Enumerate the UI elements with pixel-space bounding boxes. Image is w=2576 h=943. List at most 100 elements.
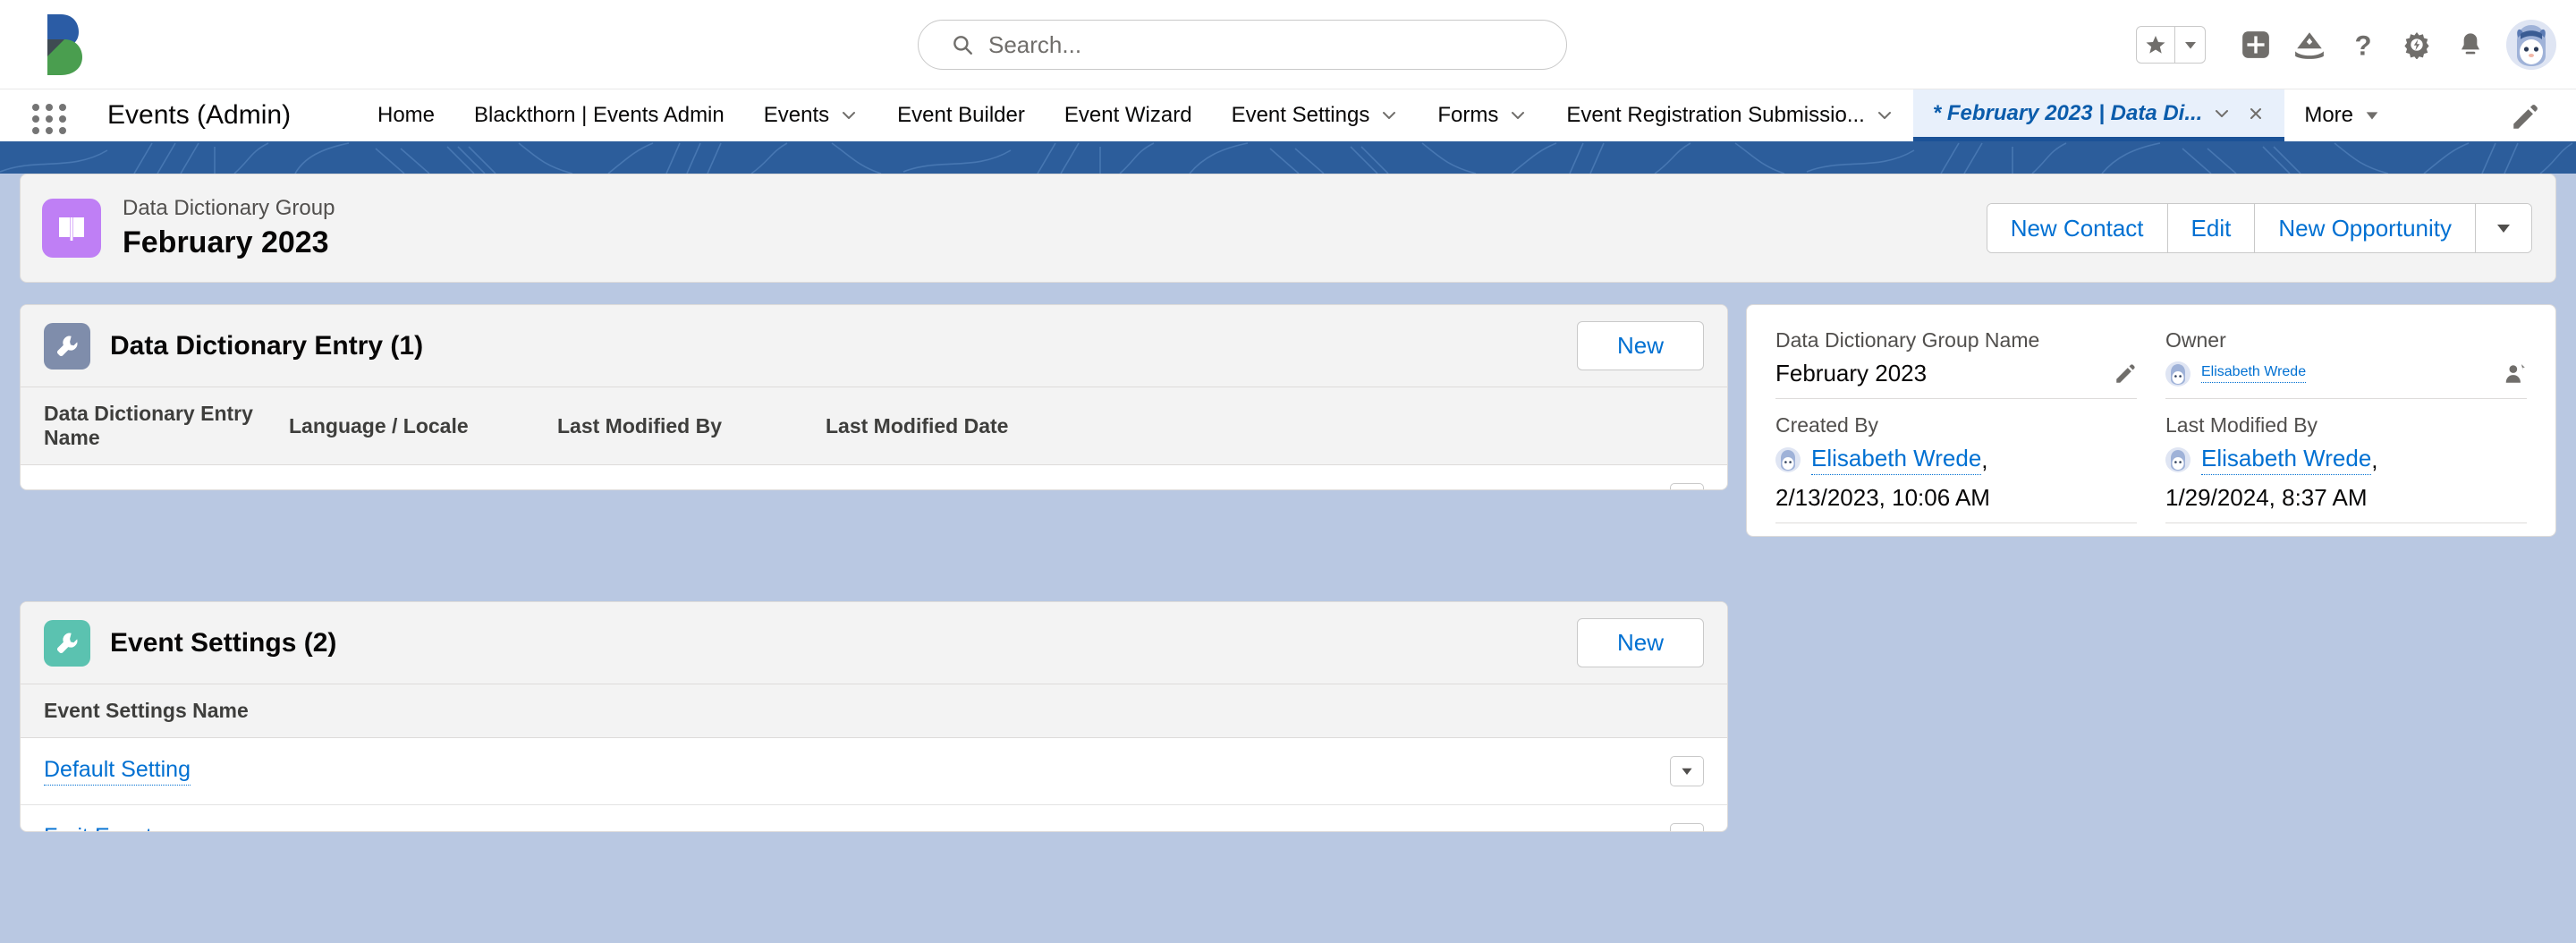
new-opportunity-button[interactable]: New Opportunity [2255,204,2476,252]
cell-event-settings-name: Default Setting [21,737,1727,805]
created-by-user-link[interactable]: Elisabeth Wrede [1811,445,1982,475]
record-header-text: Data Dictionary Group February 2023 [123,194,335,261]
nav-item-label: Home [377,103,436,127]
field-value: February 2023 [1775,360,1928,387]
user-avatar[interactable] [2506,20,2556,70]
notifications-bell-icon[interactable] [2444,18,2497,72]
favorites-caret-icon[interactable] [2174,27,2205,63]
user-avatar-icon [1775,447,1801,472]
event-setting-link[interactable]: Default Setting [44,757,191,786]
field-value-row: Elisabeth Wrede , 2/13/2023, 10:06 AM [1775,445,2137,523]
row-actions-chevron-down-icon[interactable] [1670,483,1704,489]
card-title: Data Dictionary Entry (1) [110,330,424,361]
cell-language: English [289,464,557,489]
add-icon[interactable] [2229,18,2283,72]
nav-item-label: Events [763,103,830,127]
column-header-last-modified-date[interactable]: Last Modified Date [826,387,1727,465]
chevron-down-icon[interactable] [1380,106,1398,124]
user-avatar-icon [2165,361,2190,387]
pencil-edit-icon[interactable] [2114,362,2137,386]
favorites-group[interactable] [2136,26,2206,64]
new-button[interactable]: New [1576,321,1704,370]
favorites-star-icon[interactable] [2137,27,2174,63]
nav-item-home[interactable]: Home [358,89,454,141]
nav-item-label: Forms [1437,103,1499,127]
app-navigation-bar: Events (Admin) Home Blackthorn | Events … [0,89,2576,141]
nav-item-february-2023-data-dictionary[interactable]: * February 2023 | Data Di... [1912,89,2285,141]
global-header: ? [0,0,2576,89]
chevron-down-icon[interactable] [840,106,858,124]
table-header-row: Event Settings Name [21,684,1727,738]
row-actions-chevron-down-icon[interactable] [1670,756,1704,786]
last-modified-by-user-link[interactable]: Elisabeth Wrede [2201,445,2372,475]
field-label: Owner [2165,328,2226,352]
decorative-pattern-strip [0,141,2576,174]
app-launcher-icon[interactable] [32,104,68,134]
wrench-icon [44,322,90,370]
column-header-name[interactable]: Data Dictionary Entry Name [21,387,289,465]
cell-last-modified-by: Elisabeth Wrede [557,464,826,489]
field-value-row: Elisabeth Wrede , 1/29/2024, 8:37 AM [2165,445,2527,523]
data-dictionary-entry-link[interactable]: DDE -00000 [44,485,167,489]
table-row: DDE -00000 English Elisabeth Wrede 1/29/… [21,464,1727,490]
change-owner-icon[interactable] [2504,362,2527,386]
nav-item-event-wizard[interactable]: Event Wizard [1045,89,1212,141]
field-value-row: Elisabeth Wrede [2165,360,2527,399]
chevron-down-icon[interactable] [2213,105,2231,123]
event-setting-link[interactable]: Fruit Event [44,824,152,831]
new-contact-button[interactable]: New Contact [1987,204,2168,252]
close-icon[interactable] [2247,105,2265,123]
global-search[interactable] [918,20,1567,70]
nav-item-forms[interactable]: Forms [1418,89,1546,141]
more-actions-chevron-down-icon[interactable] [2476,204,2531,252]
header-icon-cluster: ? [2136,13,2556,77]
user-link[interactable]: Elisabeth Wrede [557,485,721,489]
column-header-language[interactable]: Language / Locale [289,387,557,465]
nav-item-label: Event Settings [1231,103,1370,127]
event-settings-card: Event Settings (2) New Event Settings Na… [20,601,1728,832]
object-label: Data Dictionary Group [123,196,335,221]
comma-separator: , [2371,446,2378,473]
nav-item-label: Event Builder [897,103,1025,127]
cell-event-settings-name: Fruit Event [21,804,1727,831]
record-header: Data Dictionary Group February 2023 New … [20,174,2556,283]
app-name[interactable]: Events (Admin) [107,89,291,141]
field-last-modified-by: Last Modified By Elisabeth Wrede , 1/29/… [2165,413,2527,536]
owner-link[interactable]: Elisabeth Wrede [2201,364,2307,383]
field-created-by: Created By Elisabeth Wrede , 2/13/2023, … [1775,413,2137,536]
data-dictionary-entry-card: Data Dictionary Entry (1) New Data Dicti… [20,304,1728,490]
chevron-down-icon[interactable] [1876,106,1894,124]
search-icon [951,33,974,56]
column-header-event-settings-name[interactable]: Event Settings Name [21,684,1727,738]
chevron-down-icon[interactable] [1509,106,1527,124]
nav-item-label: More [2304,103,2354,127]
search-box[interactable] [918,20,1567,70]
column-header-last-modified-by[interactable]: Last Modified By [557,387,826,465]
wrench-icon [44,619,90,667]
blackthorn-logo[interactable] [34,13,97,77]
row-actions-chevron-down-icon[interactable] [1670,823,1704,831]
nav-item-more[interactable]: More [2284,89,2400,141]
nav-item-event-registration-submissions[interactable]: Event Registration Submissio... [1546,89,1912,141]
edit-button[interactable]: Edit [2167,204,2256,252]
data-dictionary-entry-table: Data Dictionary Entry Name Language / Lo… [21,387,1727,490]
field-owner: Owner Elisabeth Wrede [2165,328,2527,413]
chevron-down-icon[interactable] [2364,107,2380,123]
search-input[interactable] [988,30,1525,59]
comma-separator: , [1981,446,1988,473]
help-icon[interactable]: ? [2336,18,2390,72]
pencil-edit-icon[interactable] [2510,102,2540,132]
new-button[interactable]: New [1576,618,1704,667]
user-avatar-icon [2165,447,2190,472]
record-action-buttons: New Contact Edit New Opportunity [1986,203,2532,253]
nav-item-blackthorn-events-admin[interactable]: Blackthorn | Events Admin [454,89,744,141]
page-title: February 2023 [123,225,329,259]
created-date-value: 2/13/2023, 10:06 AM [1775,484,1990,511]
setup-gear-icon[interactable] [2390,18,2444,72]
nav-item-event-builder[interactable]: Event Builder [877,89,1045,141]
mountain-cloud-icon[interactable] [2283,18,2336,72]
last-modified-date-value: 1/29/2024, 8:38 AM [826,486,1020,490]
nav-item-event-settings[interactable]: Event Settings [1212,89,1419,141]
nav-item-events[interactable]: Events [744,89,877,141]
field-label: Created By [1775,413,1879,437]
